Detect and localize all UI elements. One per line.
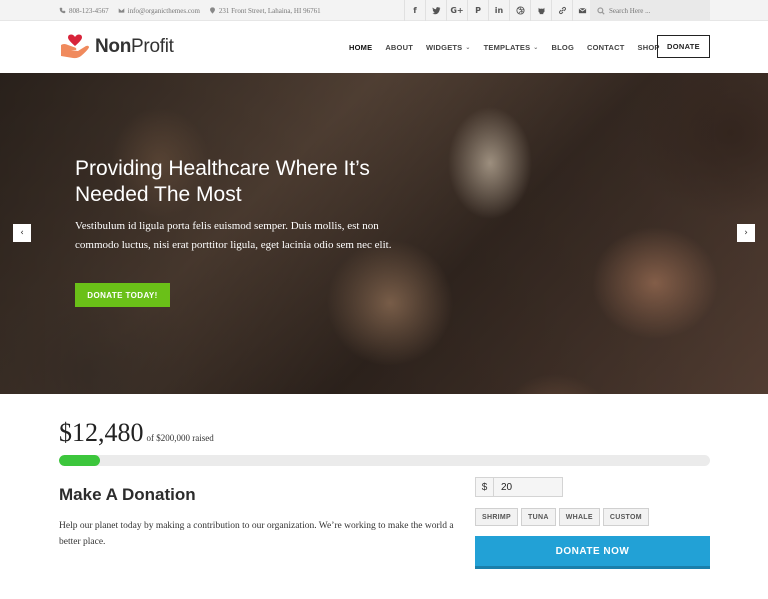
preset-tuna-button[interactable]: TUNA [521,508,556,526]
address-text: 231 Front Street, Lahaina, HI 96761 [218,6,321,15]
donation-description: Help our planet today by making a contri… [59,521,454,547]
donation-amount-field: $ [475,477,563,497]
top-info-bar: 808-123-4567 info@organicthemes.com 231 … [0,0,768,21]
email-item[interactable]: info@organicthemes.com [118,7,200,15]
preset-custom-button[interactable]: CUSTOM [602,508,649,526]
dribbble-icon[interactable] [509,0,530,21]
donation-amount-input[interactable] [494,477,563,497]
slider-next-arrow-icon[interactable]: › [737,224,755,242]
link-icon[interactable] [551,0,572,21]
nav-item-templates[interactable]: TEMPLATES ⌄ [484,43,539,52]
github-icon[interactable] [530,0,551,21]
phone-item[interactable]: 808-123-4567 [59,7,109,15]
twitter-icon[interactable] [425,0,446,21]
logo[interactable]: NonProfit [60,34,174,60]
donate-now-button[interactable]: DONATE NOW [475,536,710,569]
search-icon [597,6,605,15]
brand-name: NonProfit [95,36,174,57]
phone-icon [59,7,66,14]
chevron-down-icon: ⌄ [533,44,539,51]
main-nav: HOME ABOUT WIDGETS ⌄ TEMPLATES ⌄ BLOG CONT… [349,21,673,73]
slider-prev-arrow-icon[interactable]: ‹ [13,224,31,242]
goal-text: of $200,000 raised [146,433,214,443]
donation-title: Make A Donation [59,485,196,504]
preset-shrimp-button[interactable]: SHRIMP [475,508,519,526]
email-text: info@organicthemes.com [127,6,200,15]
nav-item-contact[interactable]: CONTACT [587,43,625,52]
donation-presets: SHRIMP TUNA WHALE CUSTOM [475,508,649,526]
currency-symbol: $ [475,477,494,497]
nav-item-home[interactable]: HOME [349,43,372,52]
hero-title: Providing Healthcare Where It’s Needed T… [75,157,370,206]
search-input[interactable] [609,6,704,15]
progress-fill [59,455,100,466]
facebook-icon[interactable]: f [404,0,425,21]
fundraising-progress-bar [59,455,710,466]
address-item: 231 Front Street, Lahaina, HI 96761 [209,7,321,15]
linkedin-icon[interactable]: in [488,0,509,21]
heart-hand-logo-icon [61,34,89,59]
social-links: f G+ P in [404,0,593,21]
hero-text: Vestibulum id ligula porta felis euismod… [75,220,392,251]
search-box[interactable] [590,0,710,21]
site-header: NonProfit HOME ABOUT WIDGETS ⌄ TEMPLATES ⌄… [0,21,768,73]
raised-amount: $12,480 [59,418,144,447]
donate-today-button[interactable]: DONATE TODAY! [75,283,170,307]
pinterest-icon[interactable]: P [467,0,488,21]
nav-item-blog[interactable]: BLOG [552,43,574,52]
envelope-icon [118,8,124,13]
chevron-down-icon: ⌄ [465,44,471,51]
nav-item-widgets[interactable]: WIDGETS ⌄ [426,43,471,52]
google-plus-icon[interactable]: G+ [446,0,467,21]
nav-item-about[interactable]: ABOUT [385,43,413,52]
header-donate-button[interactable]: DONATE [657,35,710,58]
hero-slider: Providing Healthcare Where It’s Needed T… [0,73,768,394]
preset-whale-button[interactable]: WHALE [558,508,600,526]
fundraising-total: $12,480 of $200,000 raised [59,418,214,448]
contact-info: 808-123-4567 info@organicthemes.com 231 … [59,0,321,21]
map-pin-icon [209,7,215,14]
phone-text: 808-123-4567 [69,6,109,15]
